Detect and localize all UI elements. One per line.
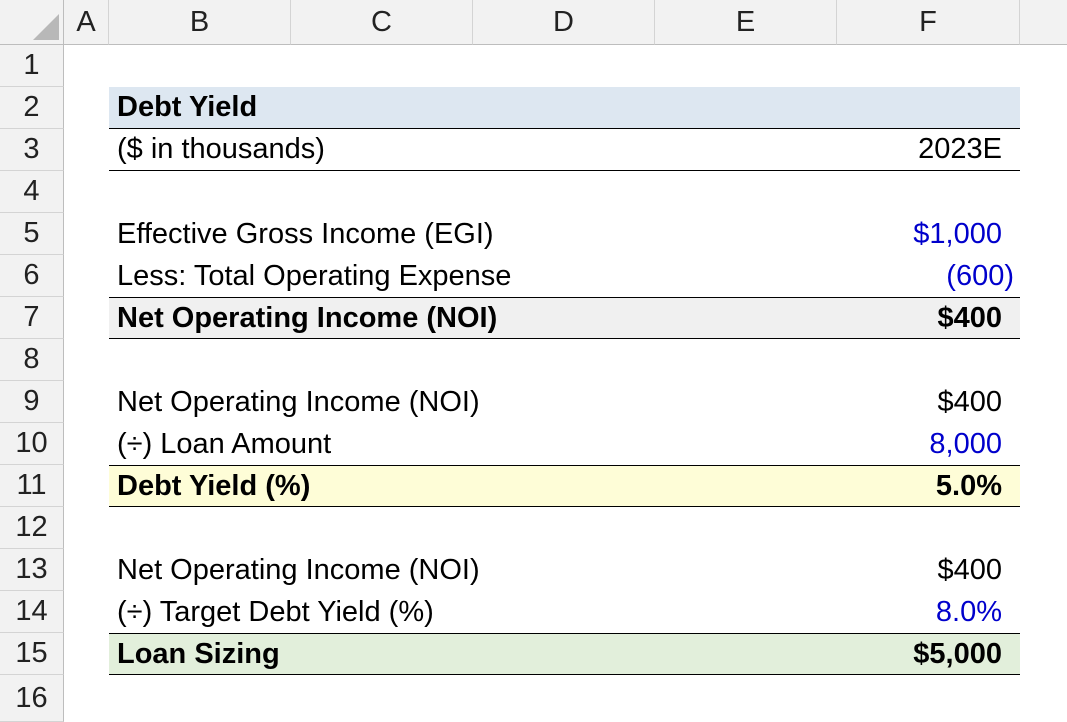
noi-total-value: $400 bbox=[937, 301, 1002, 334]
units-row[interactable]: ($ in thousands) 2023E bbox=[109, 129, 1020, 171]
row-header-16[interactable]: 16 bbox=[0, 675, 64, 722]
loan-sizing-row[interactable]: Loan Sizing $5,000 bbox=[109, 633, 1020, 675]
debt-yield-value: 5.0% bbox=[935, 469, 1002, 502]
spreadsheet: A B C D E F 1 2 3 4 5 6 7 8 9 10 11 12 1… bbox=[0, 0, 1067, 722]
noi-value-2: $400 bbox=[937, 385, 1002, 418]
target-yield-label: (÷) Target Debt Yield (%) bbox=[117, 595, 434, 628]
row-header-9[interactable]: 9 bbox=[0, 381, 64, 423]
column-header-g[interactable] bbox=[1020, 0, 1067, 45]
noi-label-3: Net Operating Income (NOI) bbox=[117, 553, 480, 586]
debt-yield-label: Debt Yield (%) bbox=[117, 469, 311, 502]
period-label: 2023E bbox=[918, 133, 1002, 165]
row-header-8[interactable]: 8 bbox=[0, 339, 64, 381]
row-header-2[interactable]: 2 bbox=[0, 87, 64, 129]
loan-amount-row[interactable]: (÷) Loan Amount 8,000 bbox=[109, 423, 1020, 465]
noi-total-label: Net Operating Income (NOI) bbox=[117, 301, 498, 334]
noi-total-row[interactable]: Net Operating Income (NOI) $400 bbox=[109, 297, 1020, 339]
table-title-row[interactable]: Debt Yield bbox=[109, 87, 1020, 129]
row-header-1[interactable]: 1 bbox=[0, 45, 64, 87]
column-header-c[interactable]: C bbox=[291, 0, 473, 45]
opex-row[interactable]: Less: Total Operating Expense (600) bbox=[109, 255, 1020, 297]
row-header-6[interactable]: 6 bbox=[0, 255, 64, 297]
opex-label: Less: Total Operating Expense bbox=[117, 259, 512, 292]
column-header-e[interactable]: E bbox=[655, 0, 837, 45]
noi-label-2: Net Operating Income (NOI) bbox=[117, 385, 480, 418]
loan-sizing-label: Loan Sizing bbox=[117, 637, 280, 670]
row-header-14[interactable]: 14 bbox=[0, 591, 64, 633]
egi-label: Effective Gross Income (EGI) bbox=[117, 217, 494, 250]
row-header-11[interactable]: 11 bbox=[0, 465, 64, 507]
row-header-12[interactable]: 12 bbox=[0, 507, 64, 549]
table-title: Debt Yield bbox=[117, 91, 258, 123]
column-header-d[interactable]: D bbox=[473, 0, 655, 45]
loan-sizing-value: $5,000 bbox=[913, 637, 1002, 670]
row-header-5[interactable]: 5 bbox=[0, 213, 64, 255]
loan-amount-label: (÷) Loan Amount bbox=[117, 427, 332, 460]
debt-yield-row[interactable]: Debt Yield (%) 5.0% bbox=[109, 465, 1020, 507]
row-header-7[interactable]: 7 bbox=[0, 297, 64, 339]
row-header-4[interactable]: 4 bbox=[0, 171, 64, 213]
units-label: ($ in thousands) bbox=[117, 133, 325, 165]
column-header-b[interactable]: B bbox=[109, 0, 291, 45]
target-yield-value: 8.0% bbox=[935, 595, 1002, 628]
noi-row-2[interactable]: Net Operating Income (NOI) $400 bbox=[109, 381, 1020, 423]
opex-value: (600) bbox=[946, 259, 1014, 292]
column-header-f[interactable]: F bbox=[837, 0, 1020, 45]
row-header-10[interactable]: 10 bbox=[0, 423, 64, 465]
noi-row-3[interactable]: Net Operating Income (NOI) $400 bbox=[109, 549, 1020, 591]
row-header-3[interactable]: 3 bbox=[0, 129, 64, 171]
row-header-15[interactable]: 15 bbox=[0, 633, 64, 675]
egi-row[interactable]: Effective Gross Income (EGI) $1,000 bbox=[109, 213, 1020, 255]
select-all-corner[interactable] bbox=[0, 0, 64, 45]
target-yield-row[interactable]: (÷) Target Debt Yield (%) 8.0% bbox=[109, 591, 1020, 633]
select-all-icon bbox=[33, 14, 59, 40]
egi-value: $1,000 bbox=[913, 217, 1002, 250]
column-header-a[interactable]: A bbox=[64, 0, 109, 45]
loan-amount-value: 8,000 bbox=[929, 427, 1002, 460]
row-header-13[interactable]: 13 bbox=[0, 549, 64, 591]
noi-value-3: $400 bbox=[937, 553, 1002, 586]
